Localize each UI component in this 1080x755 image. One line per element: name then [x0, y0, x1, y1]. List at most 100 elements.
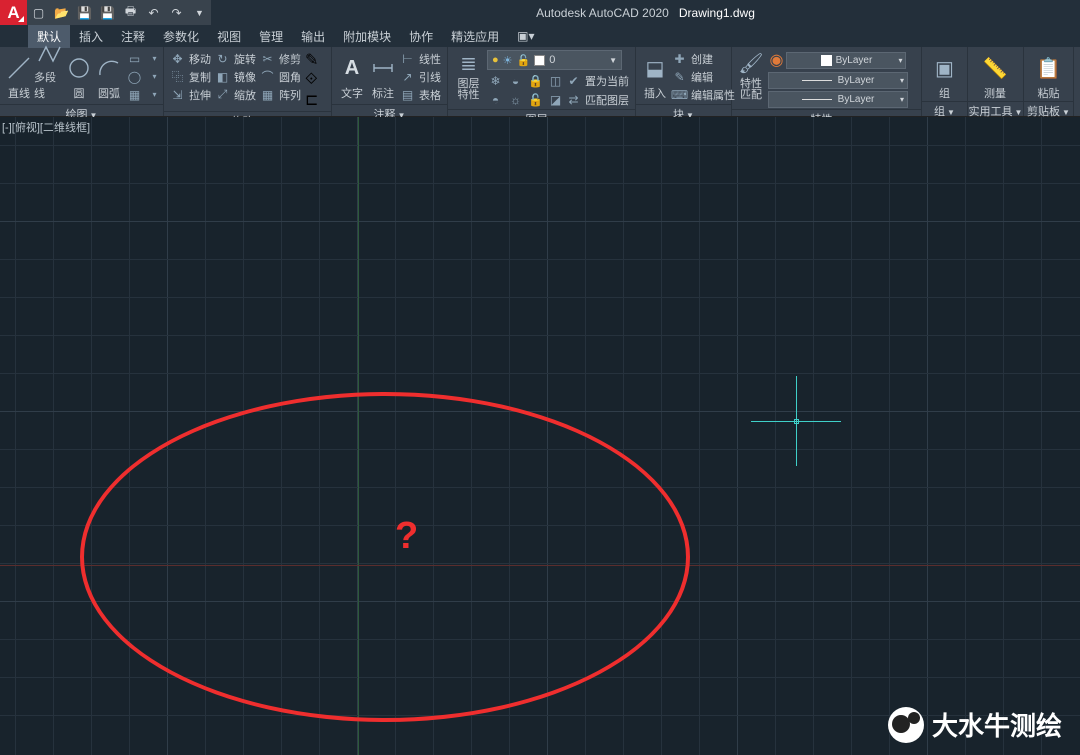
measure-button[interactable]: 📏 测量: [972, 49, 1018, 101]
move-button[interactable]: ✥移动: [170, 50, 211, 67]
measure-icon: 📏: [980, 53, 1010, 83]
ribbon-tabs: 默认 插入 注释 参数化 视图 管理 输出 附加模块 协作 精选应用 ▣▾: [0, 25, 1080, 47]
paste-button[interactable]: 📋 粘贴: [1028, 49, 1069, 101]
match-layer-icon: ⇄: [566, 92, 581, 107]
rotate-icon: ↻: [215, 51, 230, 66]
line-button[interactable]: 直线: [4, 49, 34, 101]
tab-collab[interactable]: 协作: [400, 25, 442, 48]
offset-icon[interactable]: ⊏: [305, 90, 318, 110]
layer-uniso-icon[interactable]: ◪: [547, 91, 564, 108]
layers-icon: ≣: [454, 49, 484, 77]
tab-annotate[interactable]: 注释: [112, 25, 154, 48]
layer-thaw-icon[interactable]: ☼: [507, 91, 524, 108]
watermark-text: 大水牛测绘: [932, 706, 1062, 743]
mirror-button[interactable]: ◧镜像: [215, 68, 256, 85]
app-logo[interactable]: A: [0, 0, 27, 25]
tab-featured[interactable]: 精选应用: [442, 25, 508, 48]
layer-props-button[interactable]: ≣ 图层 特性: [452, 49, 485, 101]
fillet-button[interactable]: ⌒圆角: [260, 68, 301, 85]
create-block-button[interactable]: ✚创建: [672, 50, 735, 67]
chevron-down-icon[interactable]: ▾: [146, 50, 163, 67]
dimension-button[interactable]: 标注: [368, 49, 398, 101]
tab-output[interactable]: 输出: [292, 25, 334, 48]
edit-block-button[interactable]: ✎编辑: [672, 68, 735, 85]
bulb-icon: ●: [492, 54, 499, 66]
quick-access-toolbar: ▢ 📂 💾 💾 🖶 ↶ ↷ ▼: [27, 0, 211, 25]
tab-parametric[interactable]: 参数化: [154, 25, 208, 48]
linear-dim-button[interactable]: ⊢线性: [400, 50, 441, 67]
stretch-button[interactable]: ⇲拉伸: [170, 86, 211, 103]
polyline-button[interactable]: 多段线: [34, 49, 64, 101]
panel-draw: 直线 多段线 圆 圆弧 ▭ ▾ ◯ ▾: [0, 47, 164, 116]
redo-icon[interactable]: ↷: [169, 5, 184, 20]
polyline-icon: [34, 41, 64, 67]
app-name: Autodesk AutoCAD 2020: [536, 6, 669, 20]
tab-view[interactable]: 视图: [208, 25, 250, 48]
ellipse-icon[interactable]: ◯: [126, 68, 143, 85]
lineweight-combo[interactable]: ByLayer: [768, 72, 908, 89]
layer-lock-icon[interactable]: 🔒: [527, 72, 544, 89]
insert-block-button[interactable]: ⬓ 插入: [640, 49, 670, 101]
table-button[interactable]: ▤表格: [400, 86, 441, 103]
text-button[interactable]: A 文字: [336, 49, 368, 101]
group-icon: ▣: [930, 53, 960, 83]
polyline-label: 多段线: [34, 69, 64, 101]
tab-addons[interactable]: 附加模块: [334, 25, 400, 48]
wechat-icon: [888, 707, 924, 743]
scale-button[interactable]: ⤢缩放: [215, 86, 256, 103]
group-button[interactable]: ▣ 组: [926, 49, 963, 101]
layer-combo[interactable]: ● ☀ 🔓 0 ▼: [487, 50, 622, 70]
copy-button[interactable]: ⿻复制: [170, 68, 211, 85]
color-wheel-icon[interactable]: ◉: [770, 50, 784, 70]
layer-iso-icon[interactable]: ◫: [547, 72, 564, 89]
annotation-question-mark: ?: [395, 515, 418, 558]
layer-freeze-icon[interactable]: ❄: [487, 72, 504, 89]
layer-on-icon[interactable]: ◓: [487, 91, 504, 108]
arc-icon: [94, 53, 124, 83]
save-icon[interactable]: 💾: [77, 5, 92, 20]
leader-button[interactable]: ↗引线: [400, 68, 441, 85]
panel-block: ⬓ 插入 ✚创建 ✎编辑 ⌨编辑属性 块▼: [636, 47, 732, 116]
make-current-icon: ✔: [566, 73, 581, 88]
explode-icon[interactable]: ⟐: [305, 71, 318, 89]
chevron-down-icon[interactable]: ▾: [146, 68, 163, 85]
rotate-button[interactable]: ↻旋转: [215, 50, 256, 67]
panel-annotation: A 文字 标注 ⊢线性 ↗引线 ▤表格 注释▼: [332, 47, 448, 116]
create-icon: ✚: [672, 51, 687, 66]
circle-icon: [64, 53, 94, 83]
new-icon[interactable]: ▢: [31, 5, 46, 20]
linetype-combo[interactable]: ByLayer: [768, 91, 908, 108]
erase-icon[interactable]: ✎: [305, 50, 318, 70]
arc-button[interactable]: 圆弧: [94, 49, 124, 101]
panel-utilities: 📏 测量 实用工具▼: [968, 47, 1024, 116]
sun-icon: ☀: [503, 54, 513, 67]
undo-icon[interactable]: ↶: [146, 5, 161, 20]
color-combo[interactable]: ByLayer: [786, 52, 906, 69]
make-current-button[interactable]: ✔置为当前: [566, 72, 629, 89]
layer-unlock-icon[interactable]: 🔓: [527, 91, 544, 108]
saveas-icon[interactable]: 💾: [100, 5, 115, 20]
circle-button[interactable]: 圆: [64, 49, 94, 101]
edit-attr-button[interactable]: ⌨编辑属性: [672, 86, 735, 103]
linear-icon: ⊢: [400, 51, 415, 66]
qat-dropdown-icon[interactable]: ▼: [192, 5, 207, 20]
panel-modify: ✥移动 ⿻复制 ⇲拉伸 ↻旋转 ◧镜像 ⤢缩放 ✂修剪 ⌒圆角 ▦阵列 ✎ ⟐ …: [164, 47, 332, 116]
hatch-icon[interactable]: ▦: [126, 86, 143, 103]
rect-icon[interactable]: ▭: [126, 50, 143, 67]
line-icon: [4, 53, 34, 83]
drawing-canvas[interactable]: [-][俯视][二维线框] ? 大水牛测绘: [0, 117, 1080, 755]
open-icon[interactable]: 📂: [54, 5, 69, 20]
tab-more-icon[interactable]: ▣▾: [508, 26, 543, 46]
match-layer-button[interactable]: ⇄匹配图层: [566, 91, 629, 108]
tab-insert[interactable]: 插入: [70, 25, 112, 48]
move-icon: ✥: [170, 51, 185, 66]
chevron-down-icon[interactable]: ▾: [146, 86, 163, 103]
tab-manage[interactable]: 管理: [250, 25, 292, 48]
array-button[interactable]: ▦阵列: [260, 86, 301, 103]
layer-off-icon[interactable]: ◒: [507, 72, 524, 89]
layer-color-swatch: [534, 55, 545, 66]
clipboard-icon: 📋: [1034, 53, 1064, 83]
plot-icon[interactable]: 🖶: [123, 5, 138, 20]
trim-button[interactable]: ✂修剪: [260, 50, 301, 67]
match-props-button[interactable]: 🖌 特性 匹配: [736, 49, 766, 101]
